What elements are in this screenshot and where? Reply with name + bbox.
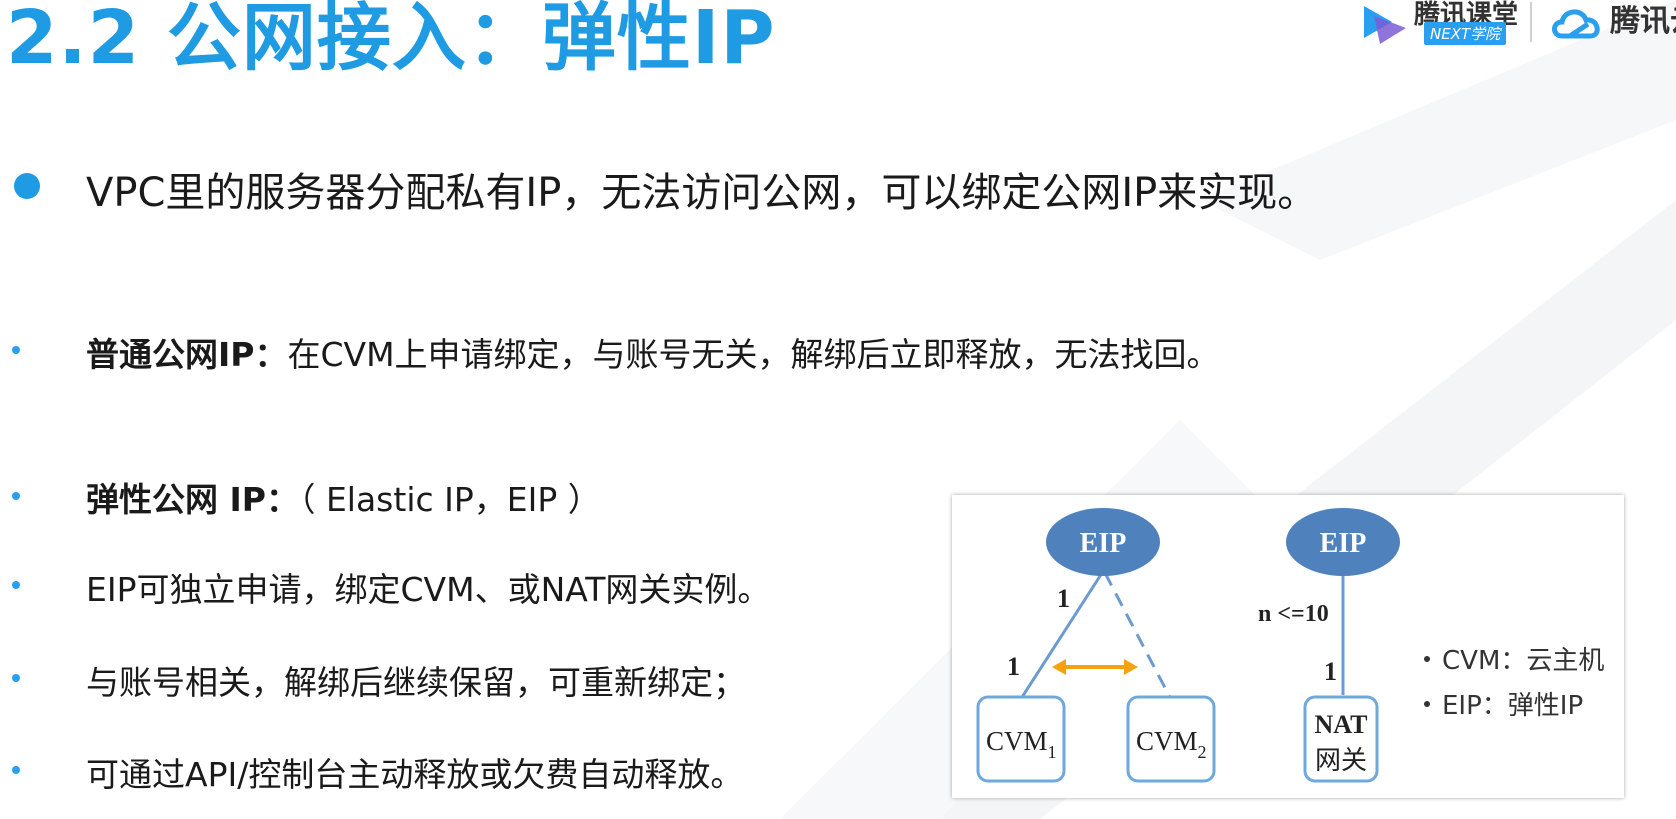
main-bullet-dot (14, 173, 40, 199)
sub-bullet-dot (12, 346, 20, 354)
right-eip-label: EIP (1320, 528, 1367, 559)
legend-cvm: CVM：云主机 (1442, 646, 1605, 676)
label-1-top: 1 (1057, 584, 1070, 613)
legend-dot (1424, 656, 1430, 662)
cvm2-eip-link-dashed (1103, 572, 1176, 706)
sub-bullet-1-text: 在CVM上申请绑定，与账号无关，解绑后立即释放，无法找回。 (287, 335, 1220, 374)
nat-label-line2: 网关 (1315, 746, 1367, 776)
sub-bullet-4: 与账号相关，解绑后继续保留，可重新绑定； (86, 663, 746, 702)
sub-bullet-3: EIP可独立申请，绑定CVM、或NAT网关实例。 (86, 570, 771, 609)
cloud-logo-icon (1552, 9, 1600, 39)
left-eip-label: EIP (1080, 528, 1127, 559)
sub-bullet-2-text: （ Elastic IP，EIP ） (298, 480, 601, 519)
classroom-badge: NEXT学院 (1424, 22, 1507, 45)
logo-divider (1530, 2, 1532, 42)
sub-bullet-dot (12, 492, 20, 500)
cvm2-label-sub: 2 (1198, 742, 1207, 762)
sub-bullet-2: 弹性公网 IP：（ Elastic IP，EIP ） (86, 473, 601, 521)
eip-diagram: EIP EIP 1 1 n <=10 1 CVM1 CVM2 NAT 网关 CV… (952, 495, 1624, 798)
page-title: 2.2 公网接入：弹性IP (6, 0, 776, 81)
classroom-logo-icon (1364, 6, 1406, 44)
sub-bullet-dot (12, 674, 20, 682)
label-n-max: n <=10 (1258, 601, 1329, 627)
nat-label-line1: NAT (1315, 710, 1368, 739)
legend-eip: EIP：弹性IP (1442, 691, 1584, 721)
label-1-nat: 1 (1324, 657, 1337, 686)
cvm1-label-sub: 1 (1048, 742, 1057, 762)
sub-bullet-5: 可通过API/控制台主动释放或欠费自动释放。 (86, 755, 744, 794)
main-bullet-text: VPC里的服务器分配私有IP，无法访问公网，可以绑定公网IP来实现。 (86, 170, 1318, 216)
migrate-arrow (1052, 659, 1138, 675)
sub-bullet-dot (12, 581, 20, 589)
sub-bullet-dot (12, 766, 20, 774)
legend-dot (1424, 701, 1430, 707)
cvm1-label-main: CVM (986, 726, 1048, 756)
label-1-bottom: 1 (1007, 652, 1020, 681)
sub-bullet-2-bold: 弹性公网 IP： (86, 480, 299, 519)
cvm2-label-main: CVM (1136, 726, 1198, 756)
cloud-name: 腾讯云 (1610, 4, 1676, 39)
sub-bullet-1-bold: 普通公网IP： (86, 335, 288, 374)
sub-bullet-1: 普通公网IP：在CVM上申请绑定，与账号无关，解绑后立即释放，无法找回。 (86, 328, 1220, 376)
